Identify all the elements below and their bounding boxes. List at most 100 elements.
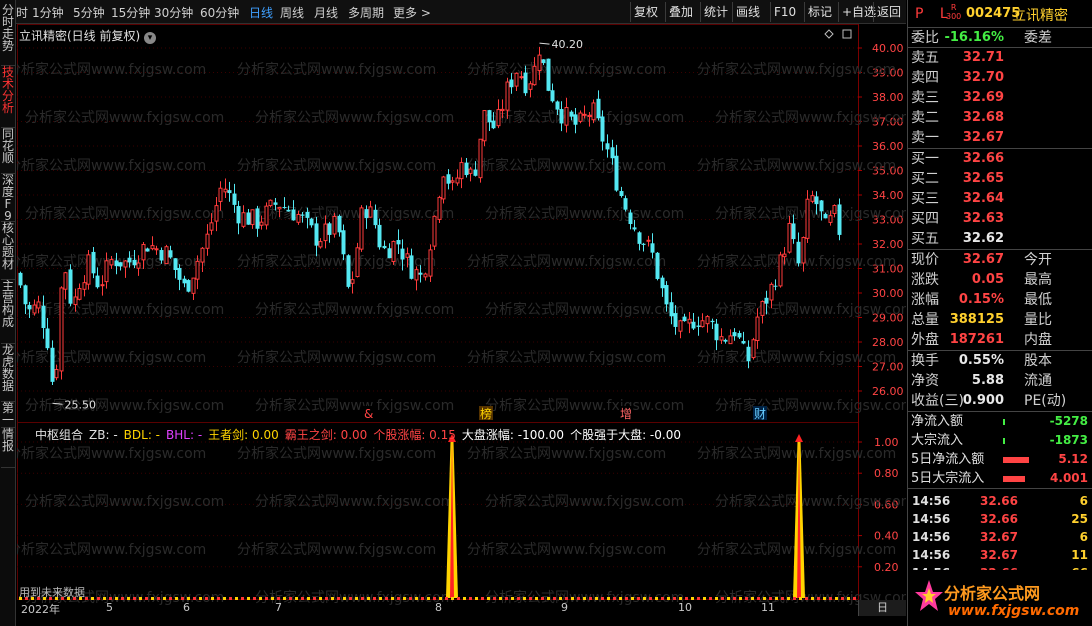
- candle-body-up: [591, 102, 596, 121]
- high-price-label: 40.20: [552, 38, 584, 51]
- period-tab-6[interactable]: 日线: [249, 4, 273, 21]
- price-axis-label: 30.00: [872, 287, 904, 300]
- indicator-axis-label: 0.20: [874, 561, 899, 574]
- left-tab-6[interactable]: 龙虎数据: [1, 344, 15, 402]
- left-tab-7[interactable]: 第一: [1, 402, 15, 428]
- candle-body-up: [350, 279, 355, 284]
- buys-row-4: 买五 32.62: [908, 229, 1092, 249]
- period-tab-8[interactable]: 月线: [314, 4, 338, 21]
- toolbar-button-4[interactable]: F10: [770, 2, 799, 22]
- candle-body-down: [637, 232, 642, 244]
- candle-body-up: [296, 213, 301, 223]
- watermark-text: 分析家公式网www.fxjgsw.com: [237, 541, 436, 558]
- candle-body-down: [619, 191, 624, 197]
- candle-body-up: [82, 282, 87, 290]
- candle-body-up: [141, 244, 146, 261]
- left-tab-8[interactable]: 情报: [1, 428, 15, 468]
- period-tab-4[interactable]: 30分钟: [154, 4, 193, 21]
- fundamental-stats: 换手 0.55% 股本 净资 5.88 流通 收益(三) 0.900 PE(动): [908, 351, 1092, 412]
- candle-body-down: [23, 285, 28, 305]
- sells-price: 32.71: [962, 50, 1004, 65]
- window-square-icon: [842, 29, 852, 39]
- event-marker: 财: [754, 407, 766, 421]
- tick-row-0: 14:56 32.66 6: [908, 492, 1092, 510]
- watermark-text: 分析家公式网www.fxjgsw.com: [485, 205, 684, 222]
- candle-body-up: [769, 283, 774, 301]
- toolbar-button-0[interactable]: 复权: [630, 2, 661, 22]
- flow-label: 大宗流入: [911, 433, 964, 448]
- sells-price: 32.67: [962, 130, 1004, 145]
- tick-price: 32.66: [980, 494, 1018, 508]
- buys-price: 32.65: [962, 171, 1004, 186]
- period-tab-1[interactable]: 1分钟: [32, 4, 64, 21]
- period-tab-9[interactable]: 多周期: [348, 4, 384, 21]
- toolbar-button-3[interactable]: 画线: [732, 2, 763, 22]
- left-tab-1[interactable]: 技术分析: [1, 66, 15, 128]
- toolbar-button-5[interactable]: 标记: [804, 2, 835, 22]
- candle-body-down: [569, 111, 574, 117]
- period-tab-2[interactable]: 5分钟: [73, 4, 105, 21]
- tick-volume: 6: [1079, 494, 1088, 508]
- period-tab-5[interactable]: 60分钟: [200, 4, 239, 21]
- flow-value: 5.12: [1058, 452, 1088, 466]
- left-tab-0[interactable]: 分时走势: [1, 4, 15, 66]
- stats2-label: 净资: [911, 373, 939, 389]
- toolbar-button-7[interactable]: 返回: [873, 2, 904, 22]
- candle-body-up: [705, 316, 710, 325]
- buys-row-3: 买四 32.63: [908, 209, 1092, 229]
- candle-body-up: [832, 204, 837, 214]
- future-data-label: 用到未来数据: [19, 586, 85, 599]
- period-tab-3[interactable]: 15分钟: [111, 4, 150, 21]
- watermark-text: 分析家公式网www.fxjgsw.com: [697, 61, 896, 78]
- stats2-label: 收益(三): [911, 393, 964, 409]
- candle-body-up: [191, 277, 196, 294]
- stats-value: 0.05: [971, 272, 1004, 287]
- stats-label: 外盘: [911, 332, 939, 348]
- period-tab-10[interactable]: 更多 >: [393, 4, 431, 21]
- sells-label: 卖二: [911, 110, 939, 126]
- buys-row-2: 买三 32.64: [908, 189, 1092, 209]
- flow-label: 5日大宗流入: [911, 471, 985, 486]
- candle-body-down: [655, 252, 660, 279]
- dropdown-circle-icon[interactable]: ▾: [144, 32, 157, 44]
- toolbar-button-2[interactable]: 统计: [700, 2, 731, 22]
- stats-value: 32.67: [962, 252, 1004, 267]
- candle-body-up: [751, 339, 756, 359]
- sells-label: 卖一: [911, 130, 939, 146]
- stats-label-right: 最低: [1024, 292, 1052, 308]
- kline-chart-svg[interactable]: 40.0039.0038.0037.0036.0035.0034.0033.00…: [17, 24, 906, 616]
- candle-body-up: [582, 113, 587, 116]
- candle-body-up: [564, 107, 569, 126]
- buys-label: 买一: [911, 151, 939, 167]
- x-axis: 日 2022年 5 6 7 8 9 10 11: [17, 600, 906, 616]
- candle-body-down: [491, 120, 496, 129]
- day-cycle-button[interactable]: 日: [858, 600, 906, 616]
- x-axis-label-6: 10: [678, 601, 692, 614]
- candle-body-down: [177, 267, 182, 280]
- tick-time: 14:56: [912, 548, 951, 562]
- candle-body-up: [359, 207, 364, 250]
- watermark-text: 分析家公式网www.fxjgsw.com: [17, 157, 206, 174]
- left-tab-5[interactable]: 主营构成: [1, 280, 15, 344]
- candle-body-up: [428, 249, 433, 277]
- indicator-name[interactable]: 中枢组合: [35, 428, 83, 442]
- left-tab-2[interactable]: 同花顺: [1, 128, 15, 174]
- candle-body-down: [623, 198, 628, 210]
- chart-title-text: 立讯精密(日线 前复权): [19, 29, 141, 43]
- candle-body-up: [241, 212, 246, 227]
- candle-body-down: [632, 227, 637, 230]
- candle-body-down: [559, 109, 564, 124]
- indicator-bdl: BDL: -: [123, 428, 161, 442]
- stats-label: 涨跌: [911, 272, 939, 288]
- tick-time: 14:56: [912, 530, 951, 544]
- candle-body-up: [100, 284, 105, 287]
- candle-body-up: [778, 254, 783, 287]
- left-tab-4[interactable]: 核心题材: [1, 222, 15, 280]
- left-tab-3[interactable]: 深度F9: [1, 174, 15, 222]
- period-tab-7[interactable]: 周线: [280, 4, 304, 21]
- r300-badge: R 300: [946, 3, 962, 21]
- stats2-label: 换手: [911, 353, 939, 369]
- candle-body-up: [104, 260, 109, 283]
- toolbar-button-1[interactable]: 叠加: [665, 2, 696, 22]
- tick-volume: 11: [1071, 548, 1088, 562]
